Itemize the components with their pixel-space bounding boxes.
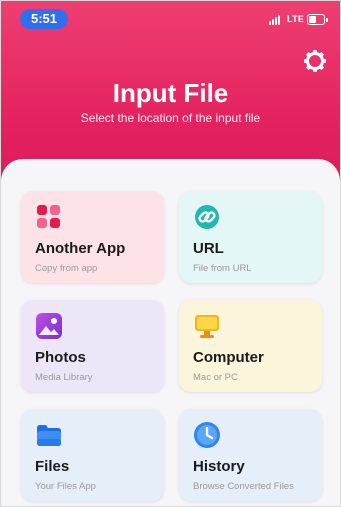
card-title: Photos [35, 349, 86, 366]
card-title: Computer [193, 349, 264, 366]
card-title: URL [193, 240, 224, 257]
clock-icon [194, 422, 220, 448]
card-subtitle: Browse Converted Files [193, 481, 294, 492]
card-url[interactable]: URL File from URL [179, 191, 322, 283]
monitor-icon [195, 315, 219, 338]
card-subtitle: Your Files App [35, 481, 96, 492]
card-title: Another App [35, 240, 126, 257]
card-subtitle: Mac or PC [193, 372, 238, 383]
apps-grid-icon [37, 205, 60, 228]
status-time: 5:51 [20, 9, 68, 29]
card-subtitle: Media Library [35, 372, 93, 383]
card-files[interactable]: Files Your Files App [21, 409, 164, 501]
signal-icon [269, 15, 283, 25]
photo-icon [36, 313, 62, 339]
gear-icon [304, 50, 326, 72]
card-subtitle: Copy from app [35, 263, 98, 274]
card-title: History [193, 458, 245, 475]
folder-icon [37, 425, 61, 446]
card-subtitle: File from URL [193, 263, 252, 274]
link-icon [195, 205, 219, 229]
settings-button[interactable] [302, 48, 328, 74]
card-history[interactable]: History Browse Converted Files [179, 409, 322, 501]
status-bar: 5:51 LTE [1, 1, 340, 37]
page-title: Input File [112, 78, 229, 108]
app-screen: 5:51 LTE Input File Select the location … [0, 0, 341, 507]
card-another-app[interactable]: Another App Copy from app [21, 191, 164, 283]
card-computer[interactable]: Computer Mac or PC [179, 300, 322, 392]
card-photos[interactable]: Photos Media Library [21, 300, 164, 392]
card-title: Files [35, 458, 70, 475]
page-subtitle: Select the location of the input file [80, 111, 261, 125]
network-label: LTE [287, 14, 305, 24]
battery-icon [307, 14, 328, 25]
